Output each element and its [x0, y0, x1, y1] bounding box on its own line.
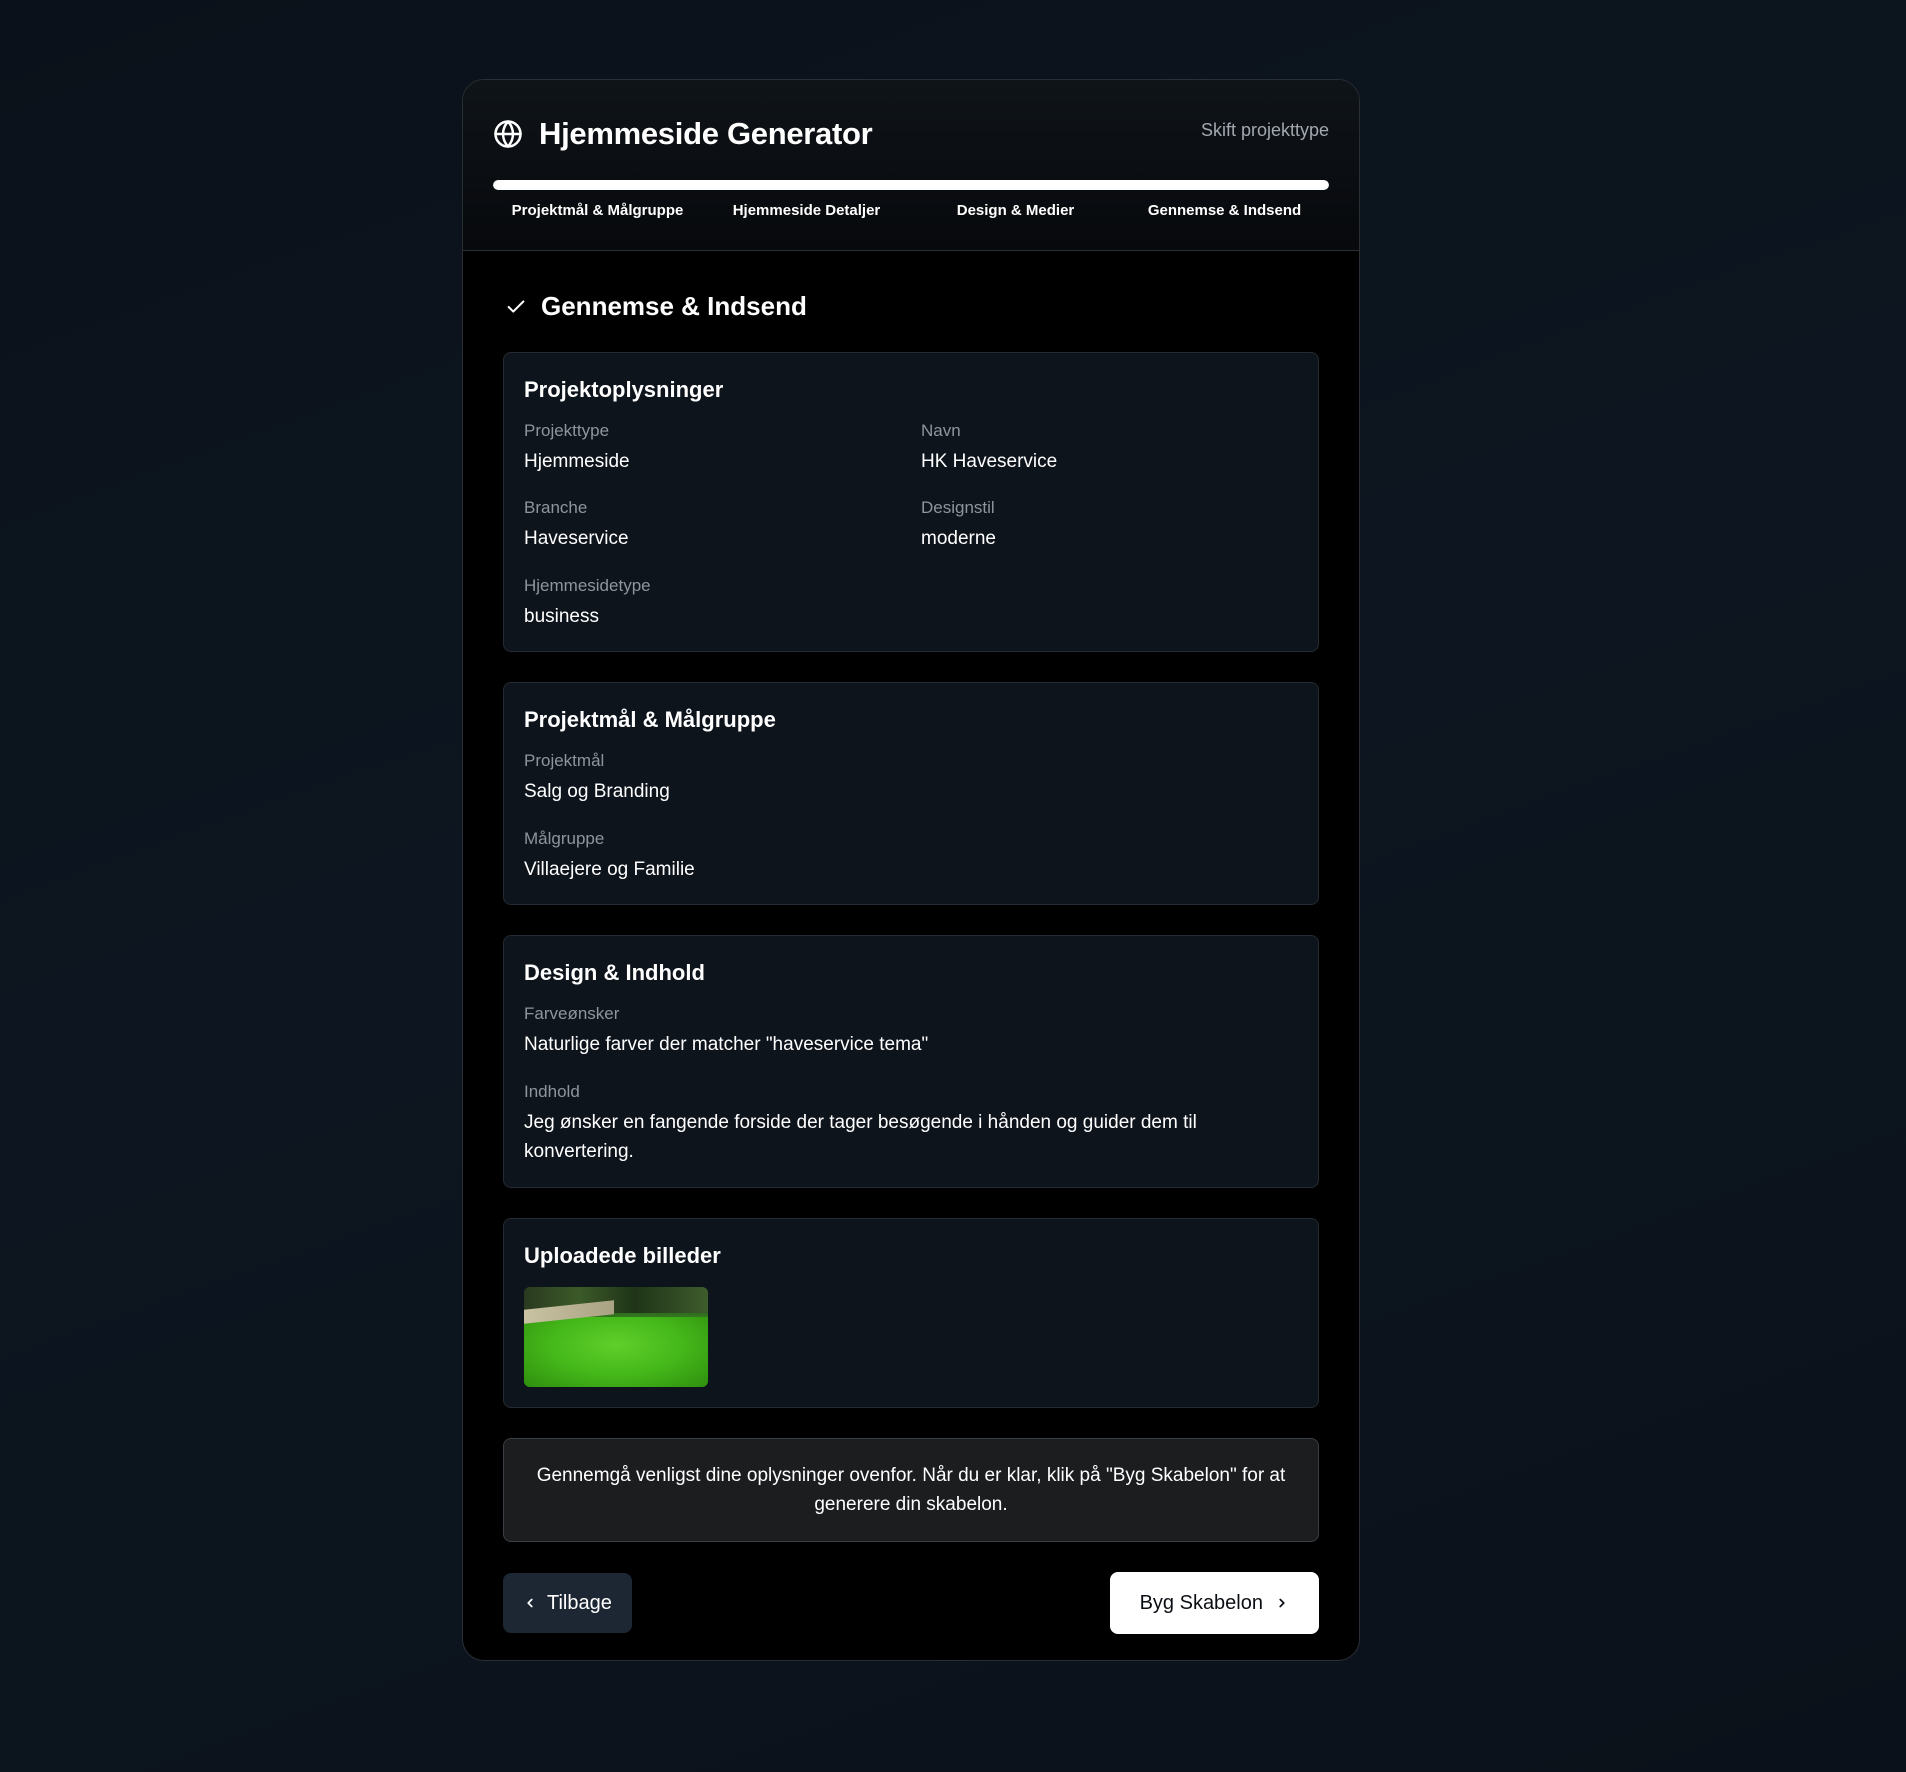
thumbnail-lawn [524, 1316, 708, 1387]
field-value: moderne [921, 528, 996, 550]
field-industry: Branche Haveservice [524, 498, 901, 553]
step-tabs: Projektmål & Målgruppe Hjemmeside Detalj… [493, 202, 1329, 219]
review-content: Gennemse & Indsend Projektoplysninger Pr… [463, 251, 1359, 1635]
card-header: Hjemmeside Generator Skift projekttype P… [463, 80, 1359, 251]
uploads-panel: Uploadede billeder [503, 1217, 1319, 1408]
field-color-wishes: Farveønsker Naturlige farver der matcher… [524, 1004, 1298, 1059]
field-target-audience: Målgruppe Villaejere og Familie [524, 829, 1298, 884]
chevron-right-icon [1279, 1599, 1285, 1608]
back-button-label: Tilbage [547, 1591, 612, 1614]
panel-title: Design & Indhold [524, 960, 705, 986]
field-project-goal: Projektmål Salg og Branding [524, 751, 1298, 806]
app-title: Hjemmeside Generator [539, 116, 873, 151]
step-design-media[interactable]: Design & Medier [911, 202, 1120, 219]
build-button-label: Byg Skabelon [1139, 1591, 1263, 1614]
field-label: Målgruppe [524, 828, 605, 848]
field-value: Salg og Branding [524, 781, 670, 803]
field-name: Navn HK Haveservice [921, 421, 1298, 476]
review-notice: Gennemgå venligst dine oplysninger ovenf… [503, 1437, 1319, 1543]
panel-title: Projektmål & Målgruppe [524, 707, 776, 733]
field-value: Haveservice [524, 528, 629, 550]
field-value: Naturlige farver der matcher "haveservic… [524, 1034, 929, 1056]
progress-bar [493, 180, 1329, 190]
switch-project-type-link[interactable]: Skift projekttype [1201, 120, 1329, 141]
field-value: Jeg ønsker en fangende forside der tager… [524, 1111, 1197, 1163]
step-goals[interactable]: Projektmål & Målgruppe [493, 202, 702, 219]
section-title: Gennemse & Indsend [541, 291, 807, 321]
globe-icon [494, 120, 522, 148]
field-label: Navn [921, 421, 961, 440]
goals-panel: Projektmål & Målgruppe Projektmål Salg o… [503, 682, 1319, 906]
field-value: Villaejere og Familie [524, 858, 695, 880]
build-template-button[interactable]: Byg Skabelon [1109, 1572, 1319, 1635]
field-label: Designstil [921, 498, 995, 518]
field-label: Branche [524, 498, 588, 518]
field-project-type: Projekttype Hjemmeside [524, 421, 901, 476]
field-label: Indhold [524, 1081, 580, 1101]
design-fields: Farveønsker Naturlige farver der matcher… [524, 1004, 1298, 1166]
field-design-style: Designstil moderne [921, 498, 1298, 553]
back-button[interactable]: Tilbage [503, 1573, 632, 1634]
field-content: Indhold Jeg ønsker en fangende forside d… [524, 1082, 1298, 1167]
generator-card: Hjemmeside Generator Skift projekttype P… [462, 79, 1360, 1661]
panel-title: Uploadede billeder [524, 1242, 721, 1268]
progress-fill [493, 180, 1329, 190]
brand: Hjemmeside Generator [493, 116, 873, 152]
field-value: HK Haveservice [921, 451, 1058, 472]
field-website-type: Hjemmesidetype business [524, 576, 901, 631]
project-info-grid: Projekttype Hjemmeside Navn HK Haveservi… [524, 421, 1298, 631]
section-heading: Gennemse & Indsend [503, 291, 1319, 322]
design-panel: Design & Indhold Farveønsker Naturlige f… [503, 935, 1319, 1188]
chevron-left-icon [527, 1599, 533, 1608]
field-label: Hjemmesidetype [524, 575, 651, 595]
field-value: business [524, 605, 599, 627]
field-label: Farveønsker [524, 1004, 620, 1024]
action-bar: Tilbage Byg Skabelon [503, 1572, 1319, 1635]
goals-fields: Projektmål Salg og Branding Målgruppe Vi… [524, 751, 1298, 884]
check-icon [507, 299, 525, 313]
step-website-details[interactable]: Hjemmeside Detaljer [702, 202, 911, 219]
panel-title: Projektoplysninger [524, 377, 724, 402]
field-label: Projekttype [524, 421, 610, 440]
step-review-submit[interactable]: Gennemse & Indsend [1120, 202, 1329, 219]
project-info-panel: Projektoplysninger Projekttype Hjemmesid… [503, 352, 1319, 653]
field-value: Hjemmeside [524, 451, 630, 472]
field-label: Projektmål [524, 751, 605, 771]
uploaded-image-thumbnail[interactable] [524, 1286, 708, 1387]
